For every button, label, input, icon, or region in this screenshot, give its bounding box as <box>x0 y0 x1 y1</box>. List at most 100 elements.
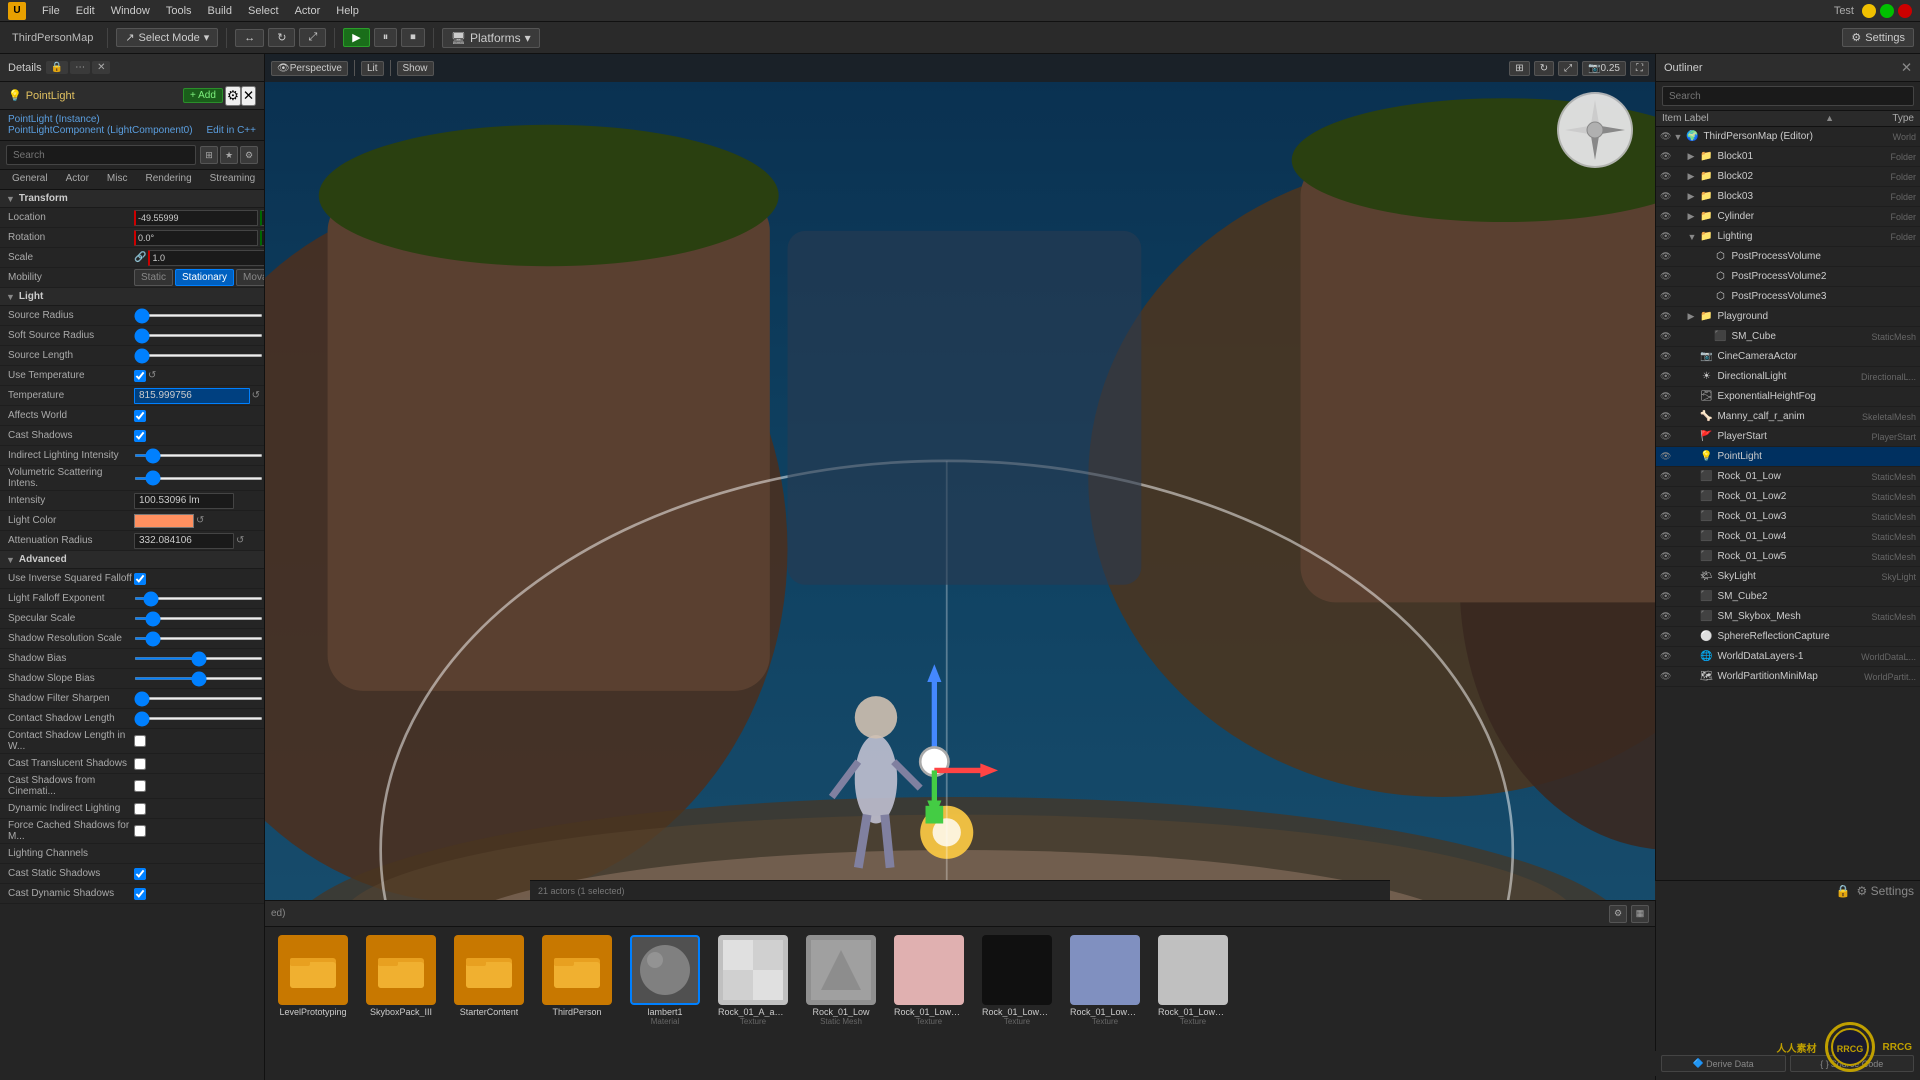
tree-item[interactable]: 👁 ⚪ SphereReflectionCapture <box>1656 627 1920 647</box>
affects-world-checkbox[interactable] <box>134 410 146 422</box>
content-browser-item[interactable]: ThirdPerson <box>537 935 617 1017</box>
temperature-input[interactable] <box>134 388 250 404</box>
eye-toggle-icon[interactable]: 👁 <box>1660 131 1671 142</box>
tree-item[interactable]: 👁 🌤 SkyLight SkyLight <box>1656 567 1920 587</box>
advanced-section-header[interactable]: ▼ Advanced <box>0 551 264 569</box>
eye-toggle-icon[interactable]: 👁 <box>1660 411 1671 422</box>
scale-snap-btn[interactable]: ⤢ <box>1558 61 1578 76</box>
cast-static-checkbox[interactable] <box>134 868 146 880</box>
use-temperature-checkbox[interactable] <box>134 370 146 382</box>
tree-item[interactable]: 👁 ▶ 📁 Cylinder Folder <box>1656 207 1920 227</box>
content-browser-item[interactable]: Rock_01_Low Static Mesh <box>801 935 881 1026</box>
platforms-btn[interactable]: 🖥 Platforms ▾ <box>442 28 540 48</box>
attenuation-reset[interactable]: ↺ <box>236 535 244 546</box>
content-browser-item[interactable]: lambert1 Material <box>625 935 705 1026</box>
tree-item[interactable]: 👁 🚩 PlayerStart PlayerStart <box>1656 427 1920 447</box>
content-browser-item[interactable]: Rock_01_Low_Rock_01_A_Metallic Texture <box>977 935 1057 1026</box>
window-minimize[interactable] <box>1862 4 1876 18</box>
tree-item[interactable]: 👁 ⬛ Rock_01_Low2 StaticMesh <box>1656 487 1920 507</box>
force-cached-checkbox[interactable] <box>134 825 146 837</box>
shadow-filter-slider[interactable] <box>134 697 263 700</box>
tree-arrow-icon[interactable]: ▼ <box>1673 132 1683 142</box>
tree-arrow-icon[interactable]: ▶ <box>1687 171 1697 182</box>
tree-item[interactable]: 👁 ▶ 📁 Block02 Folder <box>1656 167 1920 187</box>
menu-actor[interactable]: Actor <box>287 3 329 19</box>
eye-toggle-icon[interactable]: 👁 <box>1660 491 1671 502</box>
menu-edit[interactable]: Edit <box>68 3 103 19</box>
menu-help[interactable]: Help <box>328 3 367 19</box>
shadow-slope-slider[interactable] <box>134 677 263 680</box>
soft-source-slider[interactable] <box>134 334 263 337</box>
eye-toggle-icon[interactable]: 👁 <box>1660 271 1671 282</box>
tree-item[interactable]: 👁 ▼ 🌍 ThirdPersonMap (Editor) World <box>1656 127 1920 147</box>
volumetric-slider[interactable] <box>134 477 263 480</box>
attenuation-input[interactable] <box>134 533 234 549</box>
tree-item[interactable]: 👁 💡 PointLight <box>1656 447 1920 467</box>
menu-window[interactable]: Window <box>103 3 158 19</box>
tree-item[interactable]: 👁 ⬛ SM_Skybox_Mesh StaticMesh <box>1656 607 1920 627</box>
transform-section-header[interactable]: ▼ Transform <box>0 190 264 208</box>
eye-toggle-icon[interactable]: 👁 <box>1660 231 1671 242</box>
eye-toggle-icon[interactable]: 👁 <box>1660 531 1671 542</box>
intensity-input[interactable] <box>134 493 234 509</box>
eye-toggle-icon[interactable]: 👁 <box>1660 371 1671 382</box>
tree-item[interactable]: 👁 ▶ 📁 Playground <box>1656 307 1920 327</box>
menu-select[interactable]: Select <box>240 3 287 19</box>
light-section-header[interactable]: ▼ Light <box>0 288 264 306</box>
pl-more-btn[interactable]: ⚙ <box>225 86 241 106</box>
light-color-swatch[interactable] <box>134 514 194 528</box>
eye-toggle-icon[interactable]: 👁 <box>1660 391 1671 402</box>
content-browser-item[interactable]: Rock_01_Low_Rock_01_A_Roughness Texture <box>1153 935 1233 1026</box>
eye-toggle-icon[interactable]: 👁 <box>1660 671 1671 682</box>
content-browser-item[interactable]: Rock_01_A_ambient_occlusion Texture <box>713 935 793 1026</box>
eye-toggle-icon[interactable]: 👁 <box>1660 331 1671 342</box>
contact-shadow-slider[interactable] <box>134 717 263 720</box>
eye-toggle-icon[interactable]: 👁 <box>1660 251 1671 262</box>
show-btn[interactable]: Show <box>397 61 434 76</box>
window-maximize[interactable] <box>1880 4 1894 18</box>
eye-toggle-icon[interactable]: 👁 <box>1660 451 1671 462</box>
eye-toggle-icon[interactable]: 👁 <box>1660 651 1671 662</box>
select-mode-btn[interactable]: ↗ Select Mode ▾ <box>116 28 218 47</box>
contact-shadow-w-checkbox[interactable] <box>134 735 146 747</box>
temp-reset[interactable]: ↺ <box>252 390 260 401</box>
play-btn[interactable]: ▶ <box>343 28 369 47</box>
window-close[interactable] <box>1898 4 1912 18</box>
eye-toggle-icon[interactable]: 👁 <box>1660 591 1671 602</box>
tree-item[interactable]: 👁 🌫 ExponentialHeightFog <box>1656 387 1920 407</box>
cast-cinematic-checkbox[interactable] <box>134 780 146 792</box>
source-radius-slider[interactable] <box>134 314 263 317</box>
eye-toggle-icon[interactable]: 👁 <box>1660 611 1671 622</box>
scale-btn[interactable]: ⤢ <box>299 28 326 47</box>
tree-item[interactable]: 👁 ⬛ Rock_01_Low5 StaticMesh <box>1656 547 1920 567</box>
tree-item[interactable]: 👁 ▶ 📁 Block01 Folder <box>1656 147 1920 167</box>
tab-misc[interactable]: Misc <box>99 170 136 189</box>
rot-snap-btn[interactable]: ↻ <box>1534 61 1554 76</box>
cast-translucent-checkbox[interactable] <box>134 758 146 770</box>
camera-speed-btn[interactable]: 📷 0.25 <box>1582 61 1626 76</box>
eye-toggle-icon[interactable]: 👁 <box>1660 291 1671 302</box>
details-gear-icon[interactable]: ⚙ <box>240 146 258 164</box>
location-y-input[interactable] <box>260 210 264 226</box>
details-grid-icon[interactable]: ⊞ <box>200 146 218 164</box>
eye-toggle-icon[interactable]: 👁 <box>1660 571 1671 582</box>
eye-toggle-icon[interactable]: 👁 <box>1660 511 1671 522</box>
tree-arrow-icon[interactable]: ▶ <box>1687 311 1697 322</box>
eye-toggle-icon[interactable]: 👁 <box>1660 351 1671 362</box>
add-component-btn[interactable]: + Add <box>183 88 223 103</box>
scale-lock-icon[interactable]: 🔗 <box>134 252 146 263</box>
maximize-btn[interactable]: ⛶ <box>1630 61 1649 76</box>
tree-arrow-icon[interactable]: ▶ <box>1687 211 1697 222</box>
eye-toggle-icon[interactable]: 👁 <box>1660 311 1671 322</box>
menu-tools[interactable]: Tools <box>158 3 200 19</box>
source-length-slider[interactable] <box>134 354 263 357</box>
details-star-icon[interactable]: ★ <box>220 146 238 164</box>
tree-item[interactable]: 👁 🌐 WorldDataLayers-1 WorldDataL... <box>1656 647 1920 667</box>
cast-dynamic-checkbox[interactable] <box>134 888 146 900</box>
rotation-x-input[interactable] <box>134 230 258 246</box>
eye-toggle-icon[interactable]: 👁 <box>1660 471 1671 482</box>
perspective-btn[interactable]: 👁 Perspective <box>271 61 348 76</box>
tree-item[interactable]: 👁 ⬛ Rock_01_Low StaticMesh <box>1656 467 1920 487</box>
mobility-stationary-btn[interactable]: Stationary <box>175 269 234 286</box>
content-browser-item[interactable]: Rock_01_Low_Rock_01_A_Normal Texture <box>1065 935 1145 1026</box>
